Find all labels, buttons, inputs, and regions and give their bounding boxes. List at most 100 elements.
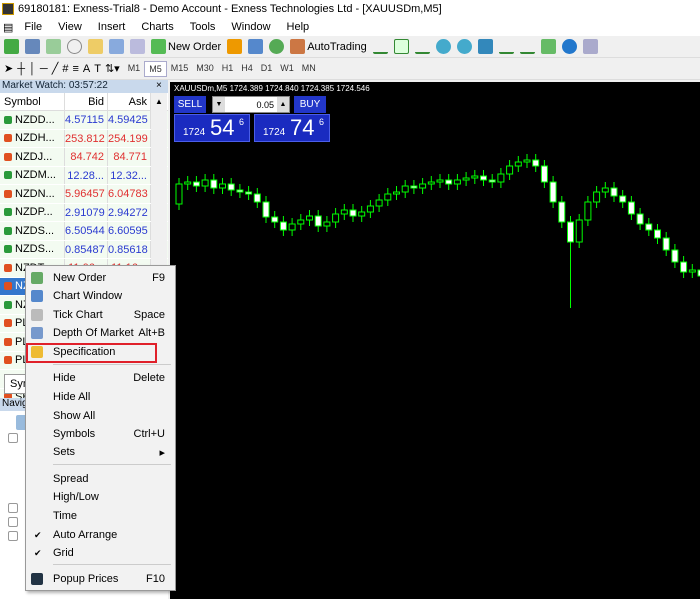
profiles-icon[interactable] [25,39,40,54]
timeframe-m15[interactable]: M15 [167,61,193,77]
arrow-down-icon [4,319,12,328]
menu-item-spread[interactable]: Spread [26,470,175,488]
sell-price-button[interactable]: 1724 54 6 [174,114,250,142]
horizontal-line-icon[interactable]: ─ [40,63,48,75]
candle [192,181,200,187]
line-studies-toolbar: ➤ ┼ │ ─ ╱ # ≡ A T ⇅▾ M1 M5 M15 M30 H1 H4 D1 W1 M… [0,58,700,80]
scroll-up-icon[interactable]: ▲ [151,93,167,106]
new-order-button[interactable]: New Order [151,39,221,54]
crosshair-icon[interactable] [67,39,82,54]
table-row[interactable]: NZDD... 4.57115 4.59425 [0,111,168,130]
strategy-tester-icon[interactable] [130,39,145,54]
expand-icon[interactable] [8,503,18,513]
bid-cell: 253.812 [65,129,108,147]
autotrading-button[interactable]: AutoTrading [290,39,367,54]
autoscroll-icon[interactable] [519,39,535,54]
bar-chart-icon[interactable] [372,39,388,54]
buy-button[interactable]: BUY [294,96,326,113]
table-row[interactable]: NZDH... 253.812 254.199 [0,129,168,148]
signals-icon[interactable] [248,39,264,54]
header-symbol[interactable]: Symbol [0,93,65,110]
menu-charts[interactable]: Charts [133,21,181,33]
timeframe-w1[interactable]: W1 [276,61,298,77]
menu-item-symbols[interactable]: Symbols Ctrl+U [26,425,175,443]
trendline-icon[interactable]: ╱ [52,62,59,75]
tile-windows-icon[interactable] [477,39,493,54]
table-row[interactable]: NZDS... 0.85487 0.85618 [0,240,168,259]
menu-help[interactable]: Help [279,21,318,33]
fibo-levels-icon[interactable]: ≡ [72,63,78,75]
zoom-out-icon[interactable] [456,39,472,54]
timeframe-d1[interactable]: D1 [257,61,277,77]
menu-view[interactable]: View [50,21,90,33]
line-chart-icon[interactable] [414,39,430,54]
table-row[interactable]: NZDJ... 84.742 84.771 [0,148,168,167]
header-bid[interactable]: Bid [65,93,108,110]
timeframe-h1[interactable]: H1 [218,61,238,77]
table-row[interactable]: NZDN... 5.96457 6.04783 [0,185,168,204]
menu-insert[interactable]: Insert [90,21,134,33]
chart-info: XAUUSDm,M5 1724.389 1724.840 1724.385 17… [174,84,370,93]
options-icon[interactable] [269,39,285,54]
menu-item-show-all[interactable]: Show All [26,407,175,425]
lot-size-stepper[interactable]: ▼ 0.05 ▲ [212,96,290,113]
arrows-icon[interactable]: ⇅▾ [105,62,120,75]
templates-icon[interactable] [582,39,598,54]
terminal-icon[interactable] [109,39,124,54]
expand-icon[interactable] [8,531,18,541]
cursor-icon[interactable]: ➤ [4,62,13,75]
text-icon[interactable]: A [83,63,90,75]
expand-icon[interactable] [8,433,18,443]
menu-item-high-low[interactable]: High/Low [26,488,175,506]
zoom-in-icon[interactable] [435,39,451,54]
timeframe-m30[interactable]: M30 [192,61,218,77]
menu-item-sets[interactable]: Sets ▸ [26,443,175,461]
candle [514,161,522,167]
menu-item-popup-prices[interactable]: Popup Prices F10 [26,570,175,588]
timeframe-m1[interactable]: M1 [124,61,145,77]
crosshair-tool-icon[interactable]: ┼ [17,63,25,75]
menu-item-tick-chart[interactable]: Tick Chart Space [26,306,175,324]
app-menu-icon[interactable]: ▤ [0,21,16,34]
timeframe-m5[interactable]: M5 [144,60,167,77]
expand-icon[interactable] [8,517,18,527]
metaeditor-icon[interactable] [227,39,243,54]
decrease-icon[interactable]: ▼ [213,97,225,112]
timeframe-h4[interactable]: H4 [237,61,257,77]
menu-item-time[interactable]: Time [26,507,175,525]
periods-icon[interactable] [561,39,577,54]
menu-file[interactable]: File [16,21,50,33]
sell-button[interactable]: SELL [174,96,206,113]
menu-item-auto-arrange[interactable]: ✔ Auto Arrange [26,526,175,544]
table-row[interactable]: NZDS... 6.50544 6.60595 [0,222,168,241]
market-watch-title: Market Watch: 03:57:22 [0,80,168,93]
menu-item-depth-of-market[interactable]: Depth Of Market Alt+B [26,324,175,342]
fibonacci-icon[interactable]: # [62,63,68,75]
close-icon[interactable]: × [156,80,162,91]
chart-window[interactable]: XAUUSDm,M5 1724.389 1724.840 1724.385 17… [170,82,700,599]
text-label-icon[interactable]: T [94,63,101,75]
vertical-line-icon[interactable]: │ [29,63,36,75]
menu-item-chart-window[interactable]: Chart Window [26,287,175,305]
candle [584,201,592,221]
menu-tools[interactable]: Tools [182,21,224,33]
timeframe-mn[interactable]: MN [298,61,320,77]
table-row[interactable]: NZDM... 12.28... 12.32... [0,166,168,185]
candle [384,193,392,201]
menu-item-grid[interactable]: ✔ Grid [26,544,175,562]
chart-shift-icon[interactable] [498,39,514,54]
candlestick-chart-icon[interactable] [393,39,409,54]
increase-icon[interactable]: ▲ [277,97,289,112]
indicators-icon[interactable] [540,39,556,54]
market-watch-icon[interactable] [46,39,61,54]
menu-item-hide[interactable]: Hide Delete [26,369,175,387]
new-chart-icon[interactable] [4,39,19,54]
navigator-icon[interactable] [88,39,103,54]
menu-item-hide-all[interactable]: Hide All [26,388,175,406]
buy-price-button[interactable]: 1724 74 6 [254,114,330,142]
header-ask[interactable]: Ask [108,93,151,110]
lot-size-input[interactable]: 0.05 [225,100,277,110]
menu-window[interactable]: Window [223,21,278,33]
table-row[interactable]: NZDP... 2.91079 2.94272 [0,203,168,222]
menu-item-new-order[interactable]: New Order F9 [26,269,175,287]
